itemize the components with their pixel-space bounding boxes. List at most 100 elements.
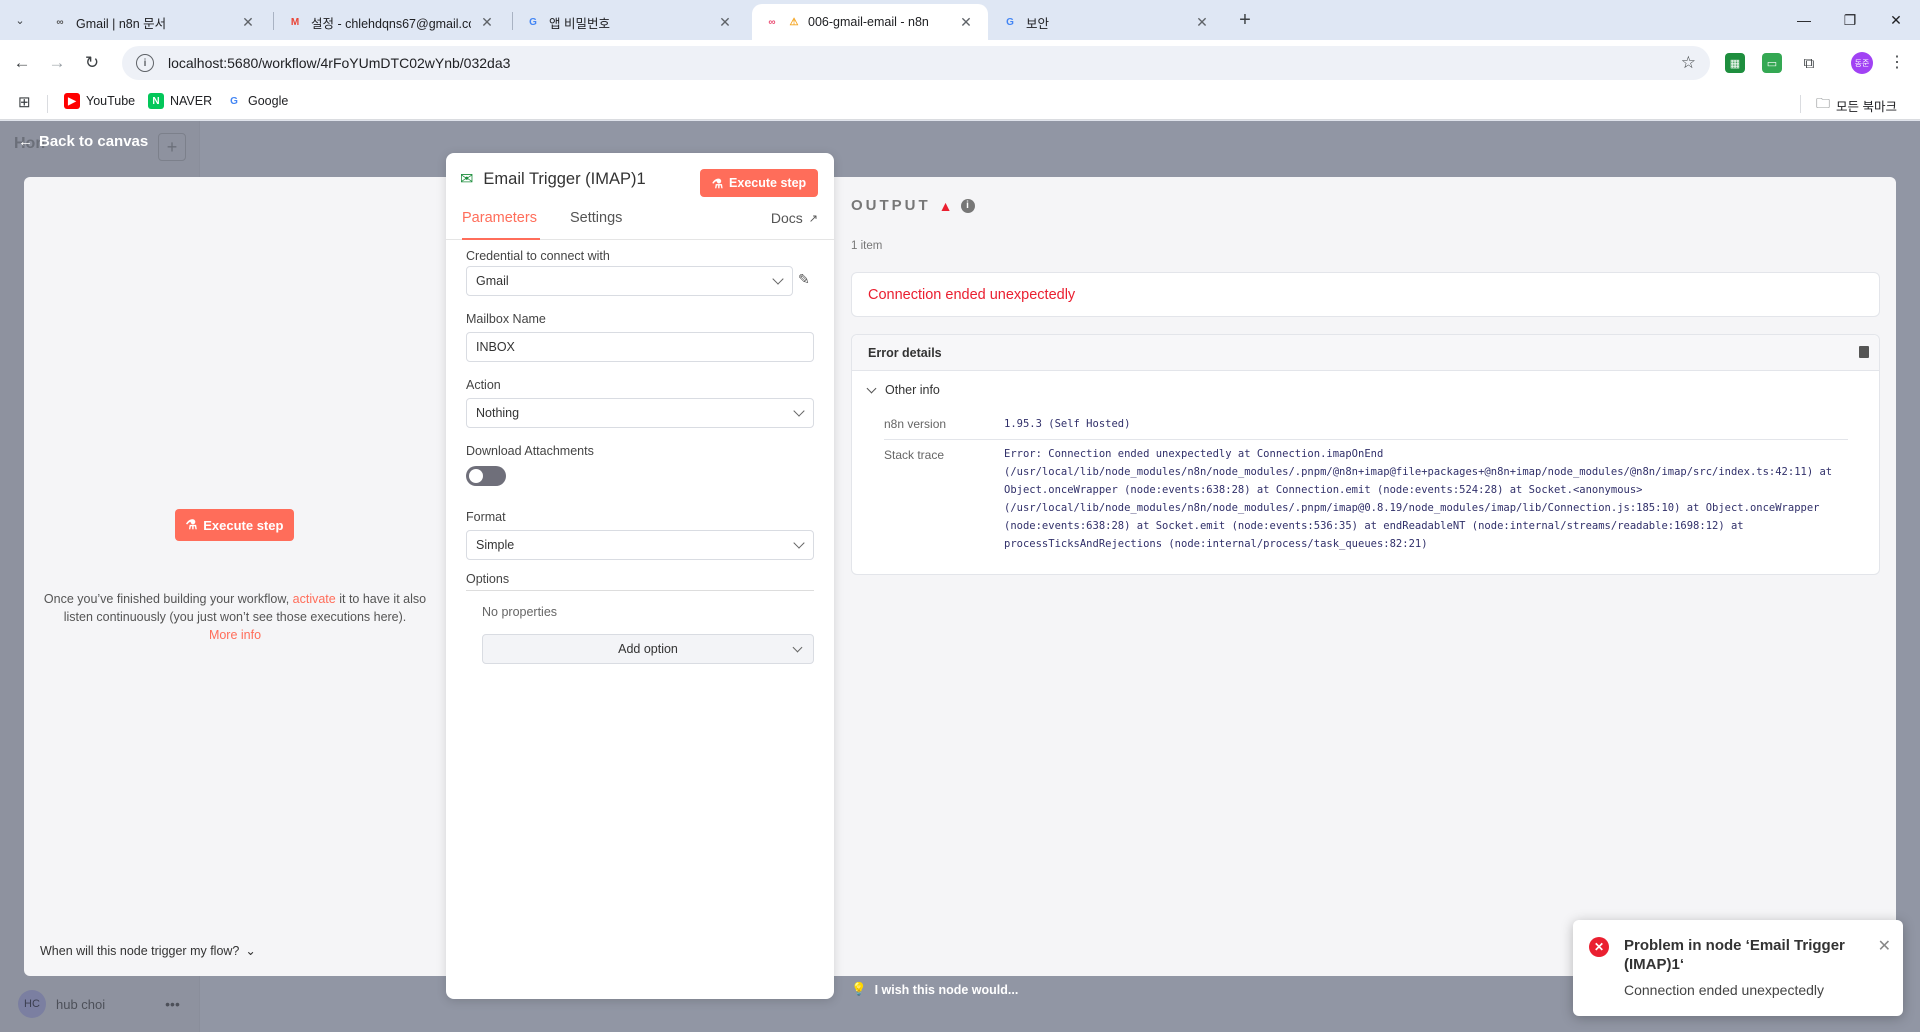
info-icon[interactable]: i [960, 198, 975, 213]
stack-line: (/usr/local/lib/node_modules/n8n/node_mo… [1004, 466, 1833, 478]
error-details-header: Error details [852, 335, 1879, 371]
error-details-label: Error details [868, 345, 942, 360]
lightbulb-icon: 💡 [851, 982, 867, 996]
execute-step-label: Execute step [729, 176, 807, 190]
docs-link[interactable]: Docs ↗ [771, 210, 818, 226]
more-icon: ••• [165, 996, 180, 1012]
stack-trace-label: Stack trace [884, 448, 945, 462]
warning-icon: ⚠ [789, 16, 799, 28]
naver-icon: N [148, 93, 164, 109]
close-icon[interactable]: ✕ [958, 14, 974, 30]
trigger-question[interactable]: When will this node trigger my flow? ⌄ [40, 943, 256, 959]
stack-line: (node:events:638:28) at Socket.emit (nod… [1004, 520, 1744, 532]
email-icon: ✉ [460, 171, 474, 188]
docs-label: Docs [770, 210, 803, 226]
omnibox[interactable]: i localhost:5680/workflow/4rFoYUmDTC02wY… [122, 46, 1710, 80]
feedback-link[interactable]: 💡 I wish this node would... [851, 982, 1018, 997]
tab-title: 보안 [1026, 16, 1050, 31]
execute-step-button[interactable]: ⚗ Execute step [700, 169, 818, 197]
execute-step-label: Execute step [203, 517, 284, 533]
tab-title: 앱 비밀번호 [549, 16, 610, 31]
tab-search-chevron-icon[interactable]: ⌄ [8, 8, 32, 32]
avatar: HC [18, 990, 46, 1018]
items-count: 1 item [851, 240, 883, 252]
apps-grid-icon[interactable]: ⊞ [18, 93, 31, 111]
activate-link[interactable]: activate [293, 592, 336, 606]
browser-tab-1[interactable]: M 설정 - chlehdqns67@gmail.com ✕ [275, 4, 509, 40]
new-tab-button[interactable]: + [1233, 8, 1257, 32]
browser-tab-4[interactable]: G 보안 ✕ [990, 4, 1224, 40]
bookmark-separator [1800, 95, 1801, 113]
bookmarks-bar: ⊞ ▶ YouTube N NAVER G Google 🗀 모든 북마크 [0, 86, 1920, 120]
browser-tab-2[interactable]: G 앱 비밀번호 ✕ [513, 4, 747, 40]
no-properties-text: No properties [482, 605, 558, 619]
credential-value: Gmail [476, 274, 509, 288]
forward-arrow-icon[interactable]: → [45, 51, 69, 75]
close-icon[interactable]: ✕ [240, 14, 256, 30]
add-option-label: Add option [618, 642, 678, 656]
node-title[interactable]: Email Trigger (IMAP)1 [483, 170, 645, 189]
extension-icon[interactable]: ▭ [1762, 53, 1782, 73]
all-bookmarks[interactable]: 🗀 모든 북마크 [1816, 93, 1897, 117]
other-info-toggle[interactable]: Other info [866, 383, 940, 397]
bookmark-youtube[interactable]: ▶ YouTube [64, 93, 135, 109]
action-label: Action [466, 378, 501, 392]
options-divider [466, 590, 814, 591]
minimize-button[interactable]: — [1781, 0, 1827, 40]
bookmark-naver[interactable]: N NAVER [148, 93, 212, 109]
input-pane [24, 177, 446, 976]
bookmark-separator [47, 95, 48, 113]
credential-label: Credential to connect with [466, 249, 610, 263]
trigger-hint: Once you’ve finished building your workf… [40, 590, 430, 644]
bookmark-label: Google [248, 94, 289, 108]
close-icon[interactable]: ✕ [1878, 936, 1891, 956]
download-attachments-toggle[interactable] [466, 466, 506, 486]
browser-tab-3-active[interactable]: ∞ ⚠ 006-gmail-email - n8n ✕ [752, 4, 988, 40]
stack-line: Object.onceWrapper (node:events:638:28) … [1004, 484, 1643, 496]
edit-credential-icon[interactable]: ✎ [798, 271, 810, 288]
browser-tab-0[interactable]: ∞ Gmail | n8n 문서 ✕ [40, 4, 270, 40]
tab-parameters[interactable]: Parameters [462, 210, 540, 240]
all-bookmarks-label: 모든 북마크 [1836, 99, 1897, 114]
bookmark-google[interactable]: G Google [226, 93, 288, 109]
extension-sheets-icon[interactable]: ▦ [1725, 53, 1745, 73]
error-toast: ✕ Problem in node ‘Email Trigger (IMAP)1… [1573, 920, 1903, 1016]
reload-icon[interactable]: ↻ [80, 51, 104, 75]
action-select[interactable]: Nothing [466, 398, 814, 428]
chevron-down-icon [772, 273, 784, 285]
credential-select[interactable]: Gmail [466, 266, 793, 296]
stack-trace-value: Error: Connection ended unexpectedly at … [1004, 445, 1832, 553]
n8n-icon: ∞ [768, 16, 776, 28]
browser-tab-bar: ⌄ ∞ Gmail | n8n 문서 ✕ M 설정 - chlehdqns67@… [0, 0, 1920, 40]
user-menu: HC hub choi ••• [18, 990, 180, 1018]
bookmark-label: NAVER [170, 94, 213, 108]
back-to-canvas-link[interactable]: ← Back to canvas [18, 133, 148, 150]
flask-icon: ⚗ [185, 517, 198, 532]
profile-avatar[interactable]: 동준 [1851, 52, 1873, 74]
download-attachments-label: Download Attachments [466, 444, 594, 458]
hint-text: Once you’ve finished building your workf… [43, 592, 290, 606]
more-info-link[interactable]: More info [209, 628, 261, 642]
tab-title: 006-gmail-email - n8n [808, 15, 929, 29]
browser-menu-icon[interactable]: ⋮ [1889, 52, 1905, 72]
format-select[interactable]: Simple [466, 530, 814, 560]
mailbox-input[interactable]: INBOX [466, 332, 814, 362]
copy-icon[interactable] [1859, 346, 1869, 358]
close-icon[interactable]: ✕ [717, 14, 733, 30]
error-details-panel: Error details Other info n8n version 1.9… [851, 334, 1880, 575]
error-message: Connection ended unexpectedly [851, 272, 1880, 317]
window-close-button[interactable]: ✕ [1873, 0, 1919, 40]
tab-settings[interactable]: Settings [570, 210, 622, 240]
url-text[interactable]: localhost:5680/workflow/4rFoYUmDTC02wYnb… [168, 55, 510, 71]
execute-step-button-input[interactable]: ⚗ Execute step [175, 509, 294, 541]
close-icon[interactable]: ✕ [479, 14, 495, 30]
add-option-button[interactable]: Add option [482, 634, 814, 664]
close-icon[interactable]: ✕ [1194, 14, 1210, 30]
restore-button[interactable]: ❐ [1827, 0, 1873, 40]
toggle-knob [469, 469, 483, 483]
folder-icon: 🗀 [1816, 95, 1830, 111]
back-arrow-icon[interactable]: ← [10, 51, 34, 75]
bookmark-star-icon[interactable]: ☆ [1681, 53, 1696, 73]
site-info-icon[interactable]: i [136, 54, 154, 72]
extensions-puzzle-icon[interactable]: ⧉ [1799, 53, 1819, 73]
